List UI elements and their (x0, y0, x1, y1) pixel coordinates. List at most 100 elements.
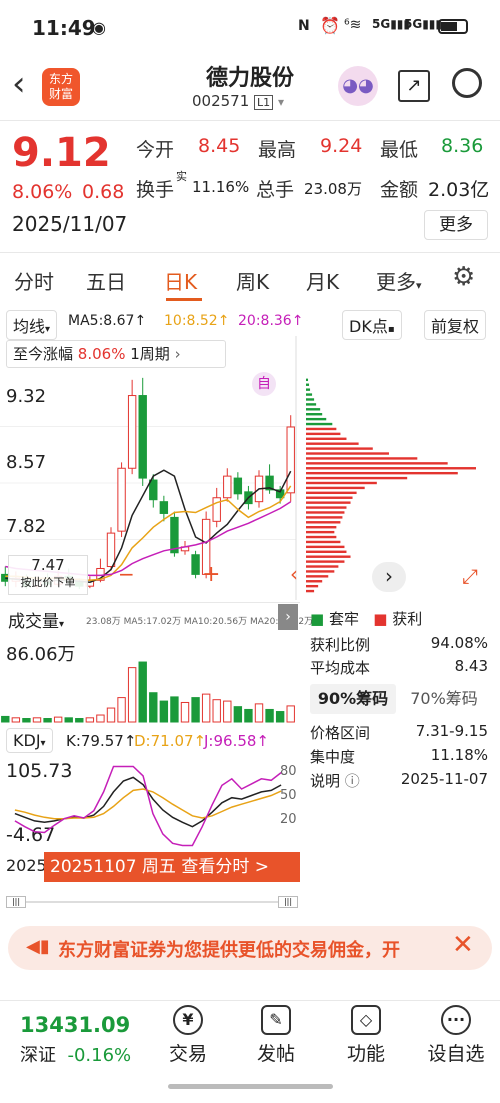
open-value: 8.45 (198, 135, 241, 157)
self-select-tag[interactable]: 自 (252, 372, 276, 396)
chip-bar (306, 506, 347, 509)
volume-bar (254, 703, 264, 723)
view-intraday-bar[interactable]: 20251107 周五 查看分时 > (44, 852, 300, 882)
current-price: 9.12 (12, 130, 111, 176)
date-axis-start: 2025 (6, 856, 47, 875)
high-label: 最高 (258, 139, 297, 161)
change-amt: 0.68 (82, 181, 125, 203)
chip-bar (306, 462, 448, 465)
index-ticker[interactable]: 13431.09 深证 -0.16% (20, 1013, 131, 1067)
chip-bar (306, 467, 476, 470)
chip-bar (306, 388, 311, 391)
chip-bar (306, 565, 339, 568)
volume-label[interactable]: 成交量▾ (8, 607, 64, 632)
volume-bar (223, 700, 232, 723)
active-tab-underline (166, 298, 202, 301)
volume-chart (1, 661, 295, 723)
volume-bar (1, 715, 10, 723)
chip-bar (306, 437, 347, 440)
chip-bar (306, 383, 310, 386)
chip-bar (306, 413, 323, 416)
tab-monthly-k[interactable]: 月K (306, 266, 339, 295)
kdj-k: K:79.57↑ (66, 732, 137, 750)
chip-tab-70[interactable]: 70%筹码 (404, 684, 484, 714)
kdj-d: D:71.07↑ (134, 732, 207, 750)
plus-zoom-icon[interactable]: + (202, 562, 220, 587)
stock-header: ‹ 东方 财富 德力股份 002571 L1 ▾ ◕◕ ↗ (0, 58, 500, 120)
chip-bar (306, 580, 323, 583)
chip-bar (306, 403, 317, 406)
tab-daily-k[interactable]: 日K (164, 266, 197, 295)
chip-bar (306, 393, 313, 396)
chip-bar (306, 452, 389, 455)
tab-intraday[interactable]: 分时 (14, 266, 54, 295)
search-icon[interactable] (452, 68, 482, 98)
chip-bar (306, 496, 353, 499)
volume-bar (53, 716, 63, 723)
chip-bar (306, 540, 341, 544)
grid-icon: ◇ (351, 1005, 381, 1035)
alarm-icon: ⏰ (320, 16, 340, 35)
chip-bar (306, 408, 321, 411)
volume-bar (180, 701, 190, 723)
nav-functions[interactable]: ◇ 功能 (326, 1001, 406, 1066)
settings-gear-icon[interactable]: ⚙ (452, 262, 475, 292)
candle-body (170, 516, 179, 554)
megaphone-icon: ◀▮ (26, 936, 50, 957)
nav-trade[interactable]: ¥ 交易 (148, 1001, 228, 1066)
promo-banner[interactable]: ◀▮ 东方财富证券为您提供更低的交易佣金，开 ✕ (8, 926, 492, 970)
eye-icon: ◉ (92, 18, 106, 37)
order-tooltip[interactable]: 7.47 按此价下单 (8, 555, 88, 595)
volume-bar (159, 700, 169, 723)
volume-bar (117, 697, 126, 723)
tab-more[interactable]: 更多▾ (376, 266, 422, 295)
chip-stats: 获利比例 94.08% 平均成本 8.43 (310, 634, 488, 677)
ai-assistant-icon[interactable]: ◕◕ (338, 66, 378, 106)
chip-tab-90[interactable]: 90%筹码 (310, 684, 396, 714)
low-value: 8.36 (441, 135, 484, 157)
high-value: 9.24 (320, 135, 363, 157)
nav-add-watchlist[interactable]: ··· 设自选 (416, 1001, 496, 1066)
chip-bar (306, 560, 345, 563)
fullscreen-icon[interactable]: ⤢ (462, 564, 478, 588)
volume-bar (233, 706, 243, 723)
collapse-arrow-icon[interactable]: › (278, 604, 298, 630)
period-tabs: 分时 五日 日K 周K 月K 更多▾ ⚙ (0, 262, 500, 302)
candle-body (138, 395, 147, 479)
volume-bar (191, 697, 200, 723)
more-dots-icon: ··· (441, 1005, 471, 1035)
tab-five-day[interactable]: 五日 (86, 266, 126, 295)
volume-bar (85, 717, 95, 723)
volume-bar (244, 708, 253, 723)
chip-bar (306, 457, 418, 460)
candle-body (149, 479, 158, 501)
chip-bar (306, 417, 327, 421)
nav-post[interactable]: ✎ 发帖 (236, 1001, 316, 1066)
home-indicator (168, 1084, 333, 1089)
share-icon[interactable]: ↗ (398, 70, 430, 102)
volume-bar (64, 717, 73, 723)
status-time: 11:49 (32, 16, 96, 40)
chip-bar (306, 491, 357, 495)
volume-bar (138, 661, 147, 723)
chart-scrollbar[interactable]: ||| ||| (6, 896, 298, 908)
chip-bar (306, 442, 359, 445)
chip-next-icon[interactable]: › (372, 562, 406, 592)
chip-bar (306, 589, 315, 593)
close-icon[interactable]: ✕ (452, 930, 474, 960)
more-button[interactable]: 更多 (424, 210, 488, 240)
chip-bar (306, 486, 365, 490)
divider (0, 252, 500, 253)
scroll-left-icon[interactable]: ‹ (290, 562, 298, 586)
turnover-label: 换手 (136, 179, 175, 201)
chip-distribution-chart (306, 378, 476, 593)
volume-bar (106, 707, 116, 723)
kdj-select[interactable]: KDJ▾ (6, 728, 53, 753)
tab-weekly-k[interactable]: 周K (236, 266, 269, 295)
divider (0, 120, 500, 121)
candle-body (191, 554, 200, 575)
info-icon: ⓘ (344, 772, 360, 790)
minus-zoom-icon[interactable]: − (118, 562, 135, 586)
volume-bar (11, 717, 21, 723)
stock-code[interactable]: 002571 L1 ▾ (192, 92, 284, 110)
